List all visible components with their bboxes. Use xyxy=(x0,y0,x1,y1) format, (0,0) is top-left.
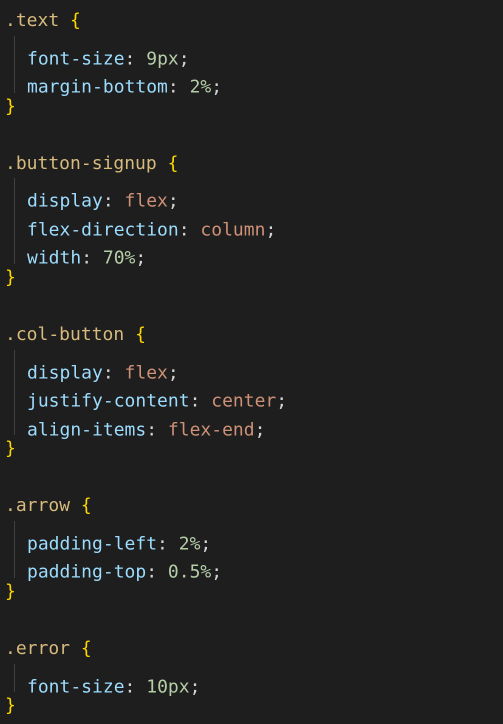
code-line[interactable]: } xyxy=(0,93,503,122)
code-line[interactable]: flex-direction: column; xyxy=(0,206,503,240)
blank-line[interactable] xyxy=(0,121,503,150)
close-brace: } xyxy=(5,438,16,460)
code-line[interactable]: .button-signup { xyxy=(0,150,503,179)
blank-line[interactable] xyxy=(0,606,503,635)
code-line[interactable]: justify-content: center; xyxy=(0,378,503,412)
code-line[interactable]: display: flex; xyxy=(0,178,503,212)
css-selector: .button-signup xyxy=(5,152,157,174)
open-brace: { xyxy=(80,495,92,517)
css-selector: .error xyxy=(5,638,71,660)
code-line[interactable]: padding-left: 2%; xyxy=(0,520,503,554)
indent-guide xyxy=(5,206,27,236)
indent-guide xyxy=(5,520,27,550)
code-line[interactable]: } xyxy=(0,264,503,293)
code-line[interactable]: margin-bottom: 2%; xyxy=(0,64,503,98)
css-selector: .arrow xyxy=(5,495,71,517)
close-brace: } xyxy=(5,95,16,117)
blank-line[interactable] xyxy=(0,464,503,493)
indent-guide xyxy=(5,349,27,379)
code-line[interactable]: .error { xyxy=(0,635,503,664)
code-line[interactable]: } xyxy=(0,692,503,721)
code-line[interactable]: display: flex; xyxy=(0,349,503,383)
close-brace: } xyxy=(5,580,16,602)
open-brace: { xyxy=(80,638,92,660)
code-line[interactable]: .arrow { xyxy=(0,492,503,521)
code-line[interactable]: .col-button { xyxy=(0,321,503,350)
indent-guide xyxy=(5,378,27,407)
code-line[interactable]: width: 70%; xyxy=(0,235,503,269)
close-brace: } xyxy=(5,695,16,717)
code-line[interactable]: font-size: 9px; xyxy=(0,35,503,69)
code-line[interactable]: align-items: flex-end; xyxy=(0,406,503,440)
blank-line[interactable] xyxy=(0,292,503,321)
indent-guide xyxy=(5,178,27,207)
indent-guide xyxy=(5,406,27,436)
open-brace: { xyxy=(135,324,146,346)
close-brace: } xyxy=(5,266,16,288)
open-brace: { xyxy=(167,152,179,174)
code-editor[interactable]: .text {font-size: 9px; margin-bottom: 2%;… xyxy=(0,0,503,724)
code-line[interactable]: } xyxy=(0,578,503,607)
code-line[interactable]: } xyxy=(0,435,503,464)
indent-guide xyxy=(5,663,27,693)
code-line[interactable]: .text { xyxy=(0,7,503,36)
indent-guide xyxy=(5,235,27,264)
open-brace: { xyxy=(70,10,81,31)
indent-guide xyxy=(5,35,27,65)
css-selector: .text xyxy=(5,10,60,31)
css-selector: .col-button xyxy=(5,324,125,346)
indent-guide xyxy=(5,64,27,93)
code-line[interactable]: padding-top: 0.5%; xyxy=(0,549,503,583)
code-line[interactable]: font-size: 10px; xyxy=(0,663,503,697)
indent-guide xyxy=(5,549,27,578)
